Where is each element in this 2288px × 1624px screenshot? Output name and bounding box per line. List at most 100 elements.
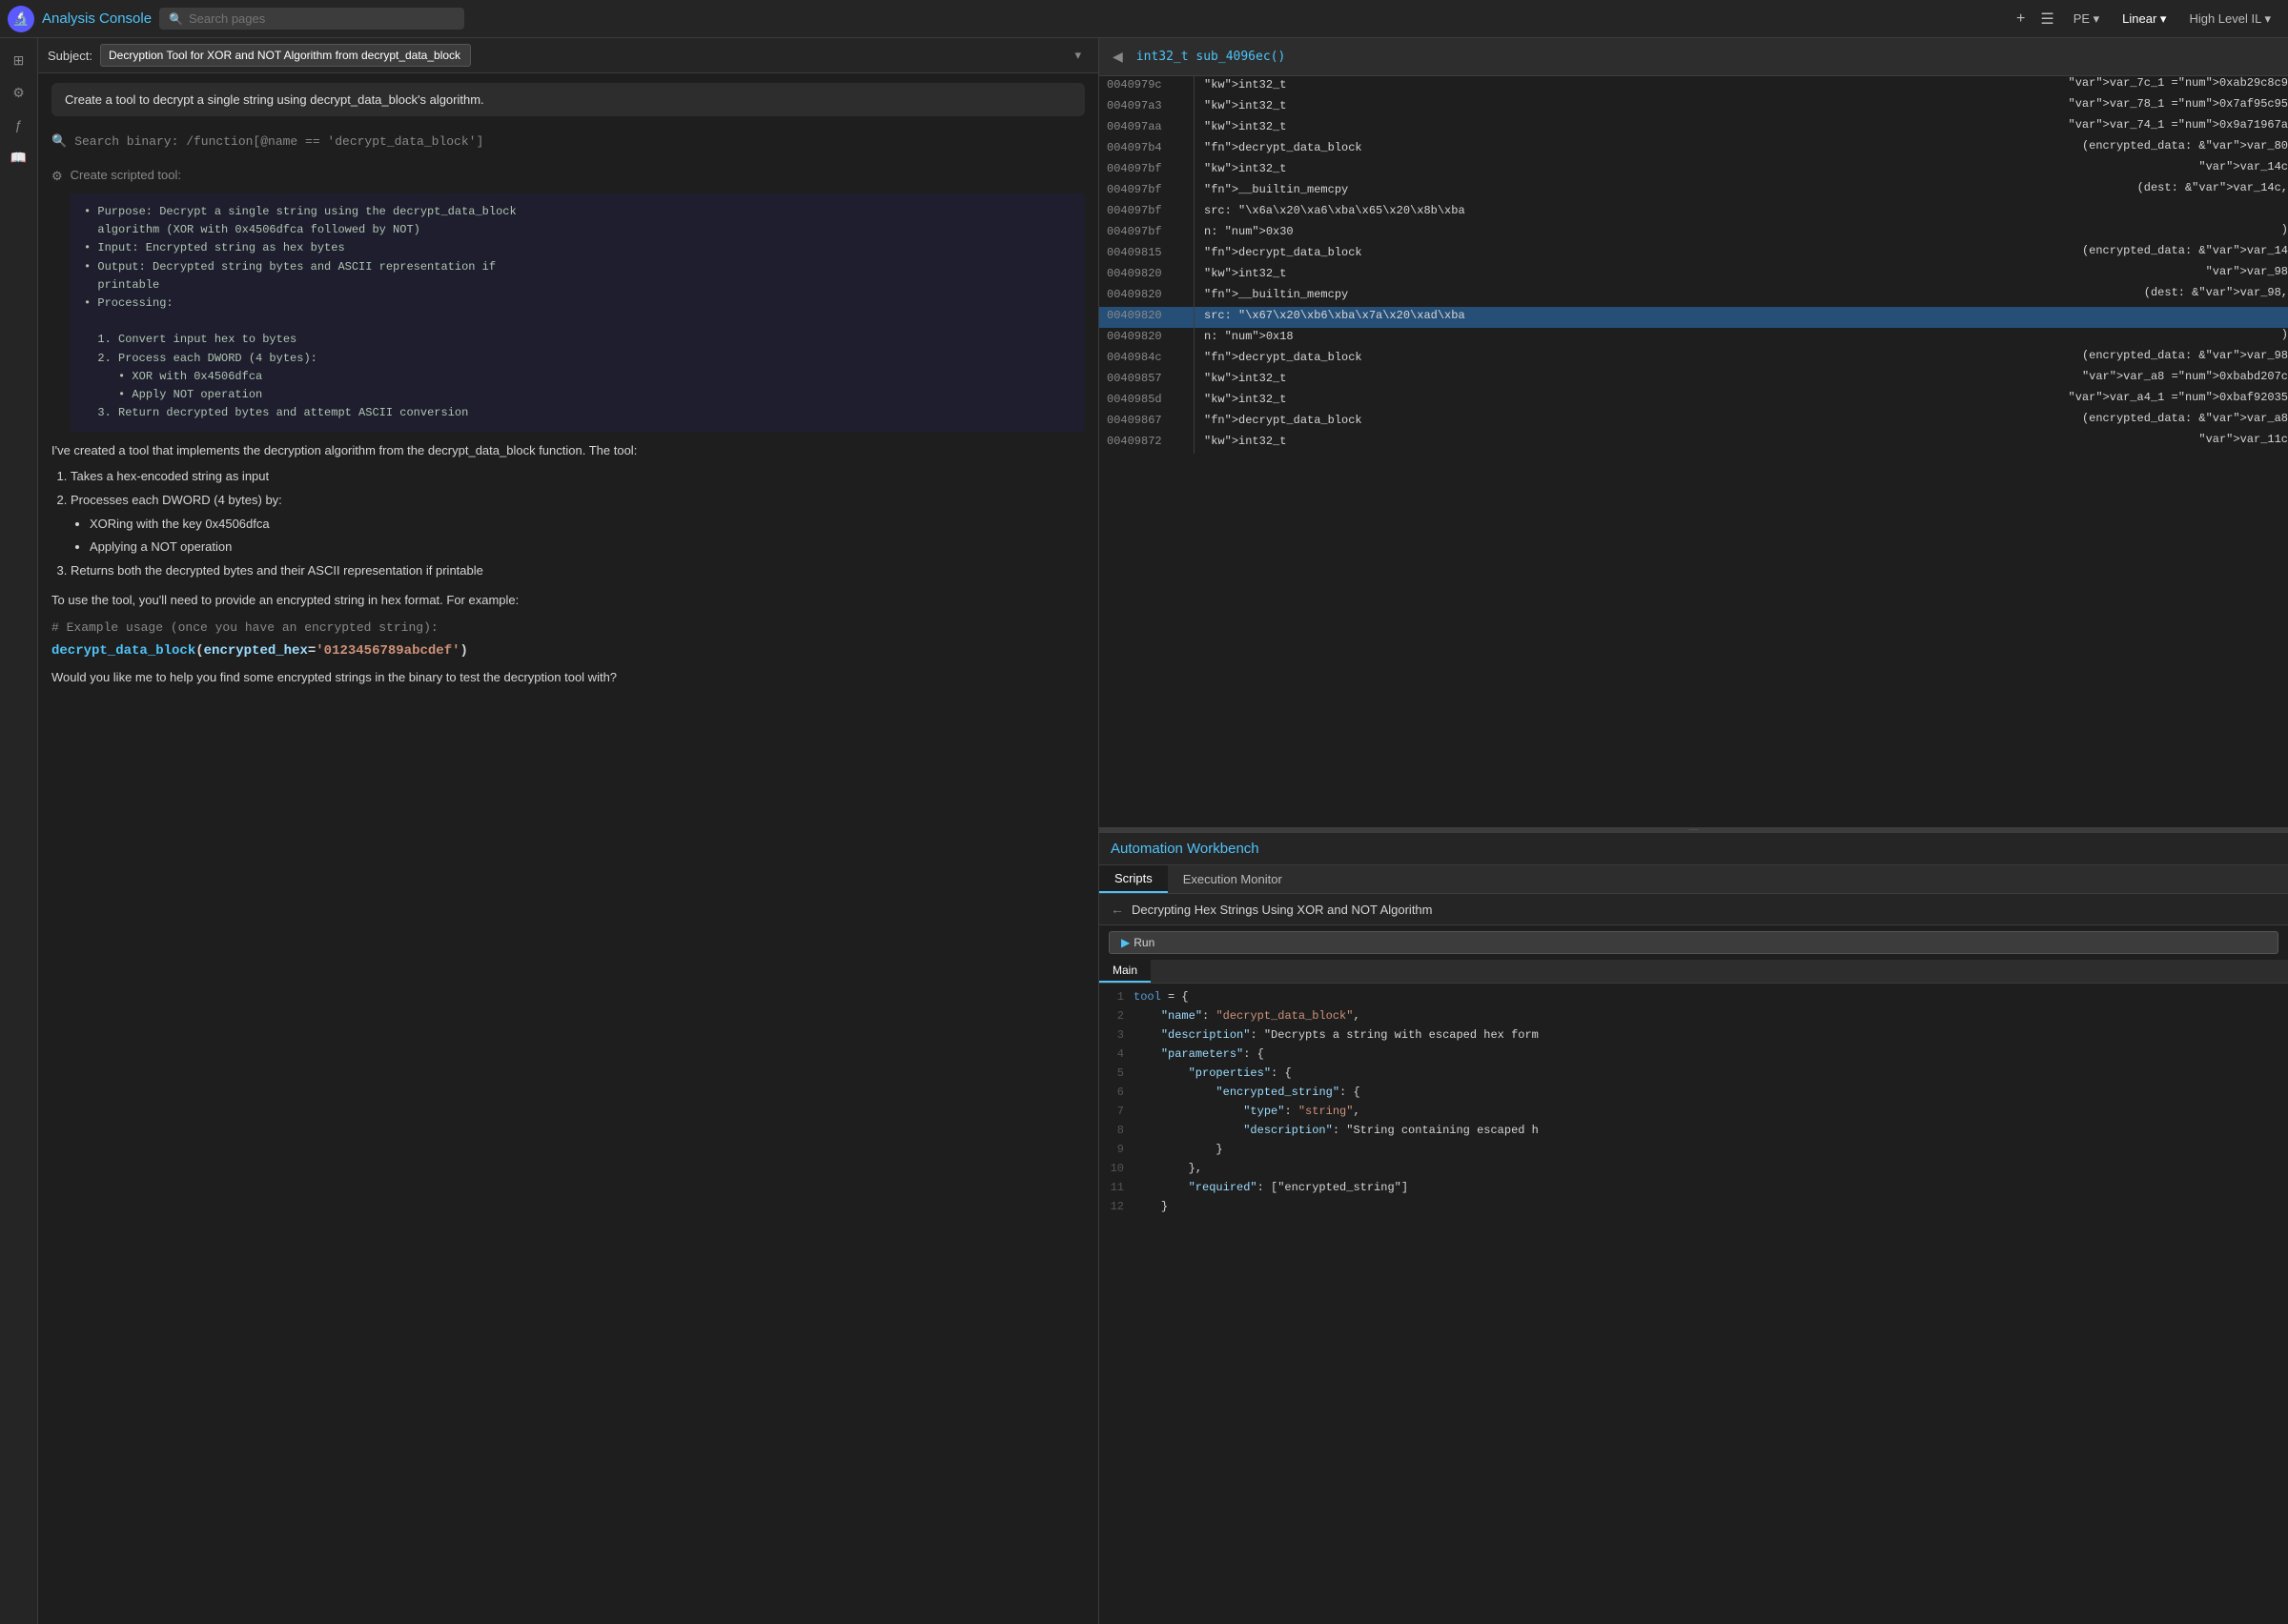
disasm-row[interactable]: 00409867"fn">decrypt_data_block(encrypte… [1099,412,2288,433]
line-number: 4 [1099,1047,1134,1065]
code-editor[interactable]: 1tool = {2 "name": "decrypt_data_block",… [1099,984,2288,1624]
automation-title: Automation Workbench [1111,841,1259,857]
line-code: } [1134,1143,2288,1160]
view-tab-linear[interactable]: Linear ▾ [2113,8,2176,30]
right-pane-top: 0040979c"kw">int32_t "var">var_7c_1 = "n… [1099,76,2288,827]
search-input[interactable] [189,11,455,26]
code-line: 4 "parameters": { [1099,1046,2288,1066]
top-bar-actions: + ☰ PE ▾ Linear ▾ High Level IL ▾ [2011,6,2280,32]
disasm-row[interactable]: 00409820"kw">int32_t "var">var_98 [1099,265,2288,286]
back-button[interactable]: ← [1111,902,1124,917]
line-number: 10 [1099,1162,1134,1179]
disasm-addr: 00409820 [1099,328,1195,349]
disasm-row[interactable]: 004097bf"fn">__builtin_memcpy(dest: &"va… [1099,181,2288,202]
disasm-row[interactable]: 004097bf"kw">int32_t "var">var_14c [1099,160,2288,181]
app-title: Analysis Console [42,10,152,27]
line-number: 9 [1099,1143,1134,1160]
prose-sub-item-2: Applying a NOT operation [90,538,1085,558]
code-call-line: decrypt_data_block(encrypted_hex='012345… [51,642,1085,659]
prose-3: Would you like me to help you find some … [51,668,1085,688]
disasm-row[interactable]: 004097a3"kw">int32_t "var">var_78_1 = "n… [1099,97,2288,118]
disasm-code-text: "kw">int32_t [1195,97,2069,118]
line-number: 5 [1099,1066,1134,1084]
play-icon: ▶ [1121,936,1130,949]
sidebar-icon-grid[interactable]: ⊞ [5,46,33,74]
disasm-addr: 0040985d [1099,391,1195,412]
right-pane: ◀ int32_t sub_4096ec() 0040979c"kw">int3… [1098,38,2288,1624]
tooltip-box: Create a tool to decrypt a single string… [51,83,1085,116]
code-line: 2 "name": "decrypt_data_block", [1099,1008,2288,1027]
disasm-addr: 00409820 [1099,307,1195,328]
line-code: } [1134,1200,2288,1217]
line-number: 3 [1099,1028,1134,1045]
disasm-addr: 004097b4 [1099,139,1195,160]
code-line: 5 "properties": { [1099,1066,2288,1085]
disasm-row[interactable]: 0040985d"kw">int32_t "var">var_a4_1 = "n… [1099,391,2288,412]
top-bar: 🔬 Analysis Console 🔍 + ☰ PE ▾ Linear ▾ H… [0,0,2288,38]
automation-tabs: Scripts Execution Monitor [1099,865,2288,894]
disasm-row[interactable]: 00409815"fn">decrypt_data_block(encrypte… [1099,244,2288,265]
disasm-code-text: "kw">int32_t [1195,370,2082,391]
sidebar-icons: ⊞ ⚙ ƒ 📖 [0,38,38,1624]
view-tab-hlil[interactable]: High Level IL ▾ [2179,8,2280,30]
disasm-code-text: "kw">int32_t [1195,265,2206,286]
tab-scripts[interactable]: Scripts [1099,865,1168,893]
add-button[interactable]: + [2011,7,2031,31]
subject-select-wrap: Decryption Tool for XOR and NOT Algorith… [100,44,1089,67]
disasm-row[interactable]: 0040979c"kw">int32_t "var">var_7c_1 = "n… [1099,76,2288,97]
disasm-code-text: "fn">__builtin_memcpy [1195,181,2137,202]
line-number: 2 [1099,1009,1134,1026]
disasm-code-text: "fn">__builtin_memcpy [1195,286,2144,307]
view-tab-pe[interactable]: PE ▾ [2064,8,2109,30]
line-number: 7 [1099,1105,1134,1122]
search-bar[interactable]: 🔍 [159,8,464,30]
func-name: decrypt_data_block [51,643,195,659]
automation-back-label: Decrypting Hex Strings Using XOR and NOT… [1132,903,1433,917]
prose-sub-item-1: XORing with the key 0x4506dfca [90,515,1085,535]
disasm-row[interactable]: 004097bf src: "\x6a\x20\xa6\xba\x65\x20\… [1099,202,2288,223]
line-number: 11 [1099,1181,1134,1198]
automation-header: Automation Workbench [1099,833,2288,865]
disasm-addr: 004097bf [1099,160,1195,181]
run-button[interactable]: ▶ Run [1109,931,2278,954]
disasm-row[interactable]: 004097bf n: "num">0x30) [1099,223,2288,244]
chat-area[interactable]: Create a tool to decrypt a single string… [38,73,1098,1624]
disasm-content[interactable]: 0040979c"kw">int32_t "var">var_7c_1 = "n… [1099,76,2288,827]
disasm-row[interactable]: 00409820"fn">__builtin_memcpy(dest: &"va… [1099,286,2288,307]
disasm-code-text: "kw">int32_t [1195,160,2198,181]
sidebar-icon-settings[interactable]: ⚙ [5,78,33,107]
code-line: 9 } [1099,1142,2288,1161]
search-icon-sm: 🔍 [51,133,67,149]
subject-select[interactable]: Decryption Tool for XOR and NOT Algorith… [100,44,471,67]
run-label: Run [1134,936,1154,949]
automation-back-bar: ← Decrypting Hex Strings Using XOR and N… [1099,894,2288,925]
prose-1: I've created a tool that implements the … [51,441,1085,581]
line-code: "name": "decrypt_data_block", [1134,1009,2288,1026]
disasm-row[interactable]: 0040984c"fn">decrypt_data_block(encrypte… [1099,349,2288,370]
sidebar-icon-book[interactable]: 📖 [5,143,33,172]
gear-line: ⚙ Create scripted tool: [51,162,1085,190]
disasm-row[interactable]: 00409820 n: "num">0x18) [1099,328,2288,349]
menu-button[interactable]: ☰ [2034,6,2059,32]
code-tab-main[interactable]: Main [1099,960,1151,983]
search-line: 🔍 Search binary: /function[@name == 'dec… [51,128,1085,154]
left-pane: Subject: Decryption Tool for XOR and NOT… [38,38,1098,1624]
disasm-row[interactable]: 004097aa"kw">int32_t "var">var_74_1 = "n… [1099,118,2288,139]
param-name: encrypted_hex [204,643,308,659]
tab-execution-monitor[interactable]: Execution Monitor [1168,865,1297,893]
disasm-code-text: "kw">int32_t [1195,433,2198,454]
disasm-code-text: src: "\x67\x20\xb6\xba\x7a\x20\xad\xba [1195,307,2288,328]
disasm-row[interactable]: 00409820 src: "\x67\x20\xb6\xba\x7a\x20\… [1099,307,2288,328]
line-code: "required": ["encrypted_string"] [1134,1181,2288,1198]
line-code: }, [1134,1162,2288,1179]
app-icon: 🔬 [8,6,34,32]
line-number: 6 [1099,1086,1134,1103]
disasm-row[interactable]: 00409857"kw">int32_t "var">var_a8 = "num… [1099,370,2288,391]
line-code: "encrypted_string": { [1134,1086,2288,1103]
disasm-code-text: "kw">int32_t [1195,118,2069,139]
disasm-back-btn[interactable]: ◀ [1107,47,1129,67]
sidebar-icon-functions[interactable]: ƒ [5,111,33,139]
disasm-code-text: "fn">decrypt_data_block [1195,412,2082,433]
disasm-row[interactable]: 004097b4"fn">decrypt_data_block(encrypte… [1099,139,2288,160]
disasm-row[interactable]: 00409872"kw">int32_t "var">var_11c [1099,433,2288,454]
